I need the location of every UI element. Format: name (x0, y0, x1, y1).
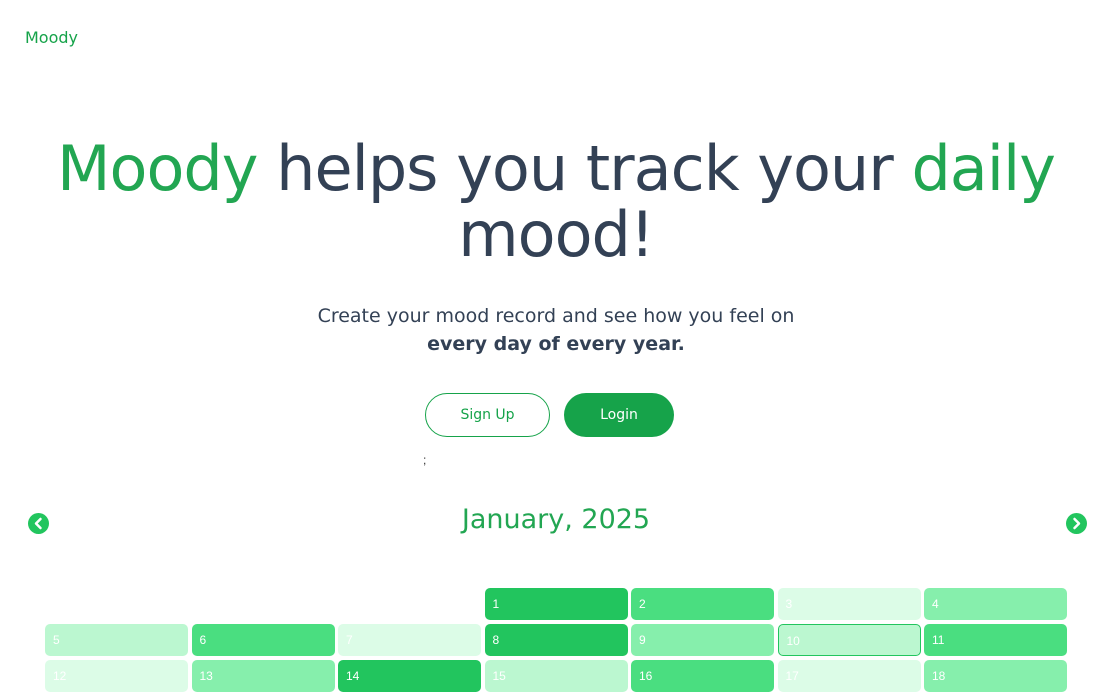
calendar-day-cell[interactable]: 1 (484, 588, 628, 620)
calendar-blank-cell (45, 588, 188, 620)
calendar-day-cell[interactable]: 7 (338, 624, 481, 656)
signup-button[interactable]: Sign Up (425, 393, 550, 437)
hero-title: Moody helps you track your daily mood! (0, 136, 1112, 268)
calendar-day-cell[interactable]: 14 (338, 660, 481, 692)
calendar-day-cell[interactable]: 5 (45, 624, 188, 656)
calendar-day-cell[interactable]: 9 (631, 624, 774, 656)
hero-subtitle-bold: every day of every year. (427, 333, 685, 355)
calendar-day-cell[interactable]: 13 (191, 660, 335, 692)
hero-title-accent-moody: Moody (57, 132, 258, 205)
login-button[interactable]: Login (564, 393, 674, 437)
calendar-day-cell[interactable]: 18 (924, 660, 1067, 692)
calendar-day-cell[interactable]: 4 (924, 588, 1067, 620)
calendar-grid: 1 2 3 4 5 6 7 8 9 10 11 12 13 14 15 16 17 18 (45, 588, 1069, 692)
calendar-day-cell[interactable]: 15 (484, 660, 628, 692)
stray-text: ; (423, 453, 427, 467)
calendar-day-cell[interactable]: 17 (777, 660, 921, 692)
calendar-day-cell[interactable]: 8 (484, 624, 628, 656)
chevron-right-icon (1073, 517, 1081, 530)
calendar-month-title: January, 2025 (461, 504, 651, 535)
logo-link[interactable]: Moody (25, 28, 78, 47)
calendar-day-cell[interactable]: 16 (631, 660, 774, 692)
hero-title-accent-daily: daily (911, 132, 1055, 205)
calendar-day-cell[interactable]: 6 (191, 624, 335, 656)
calendar-blank-cell (192, 588, 335, 620)
hero-subtitle: Create your mood record and see how you … (286, 302, 826, 358)
calendar-day-cell[interactable]: 12 (45, 660, 188, 692)
calendar-day-cell[interactable]: 10 (777, 624, 921, 656)
hero-title-end: mood! (458, 198, 654, 271)
calendar-blank-cell (338, 588, 481, 620)
calendar-day-cell[interactable]: 3 (777, 588, 921, 620)
calendar-day-cell[interactable]: 11 (924, 624, 1067, 656)
hero-title-middle: helps you track your (257, 132, 912, 205)
hero-subtitle-plain: Create your mood record and see how you … (317, 305, 795, 327)
calendar-day-cell[interactable]: 2 (631, 588, 774, 620)
next-month-button[interactable] (1066, 513, 1087, 534)
